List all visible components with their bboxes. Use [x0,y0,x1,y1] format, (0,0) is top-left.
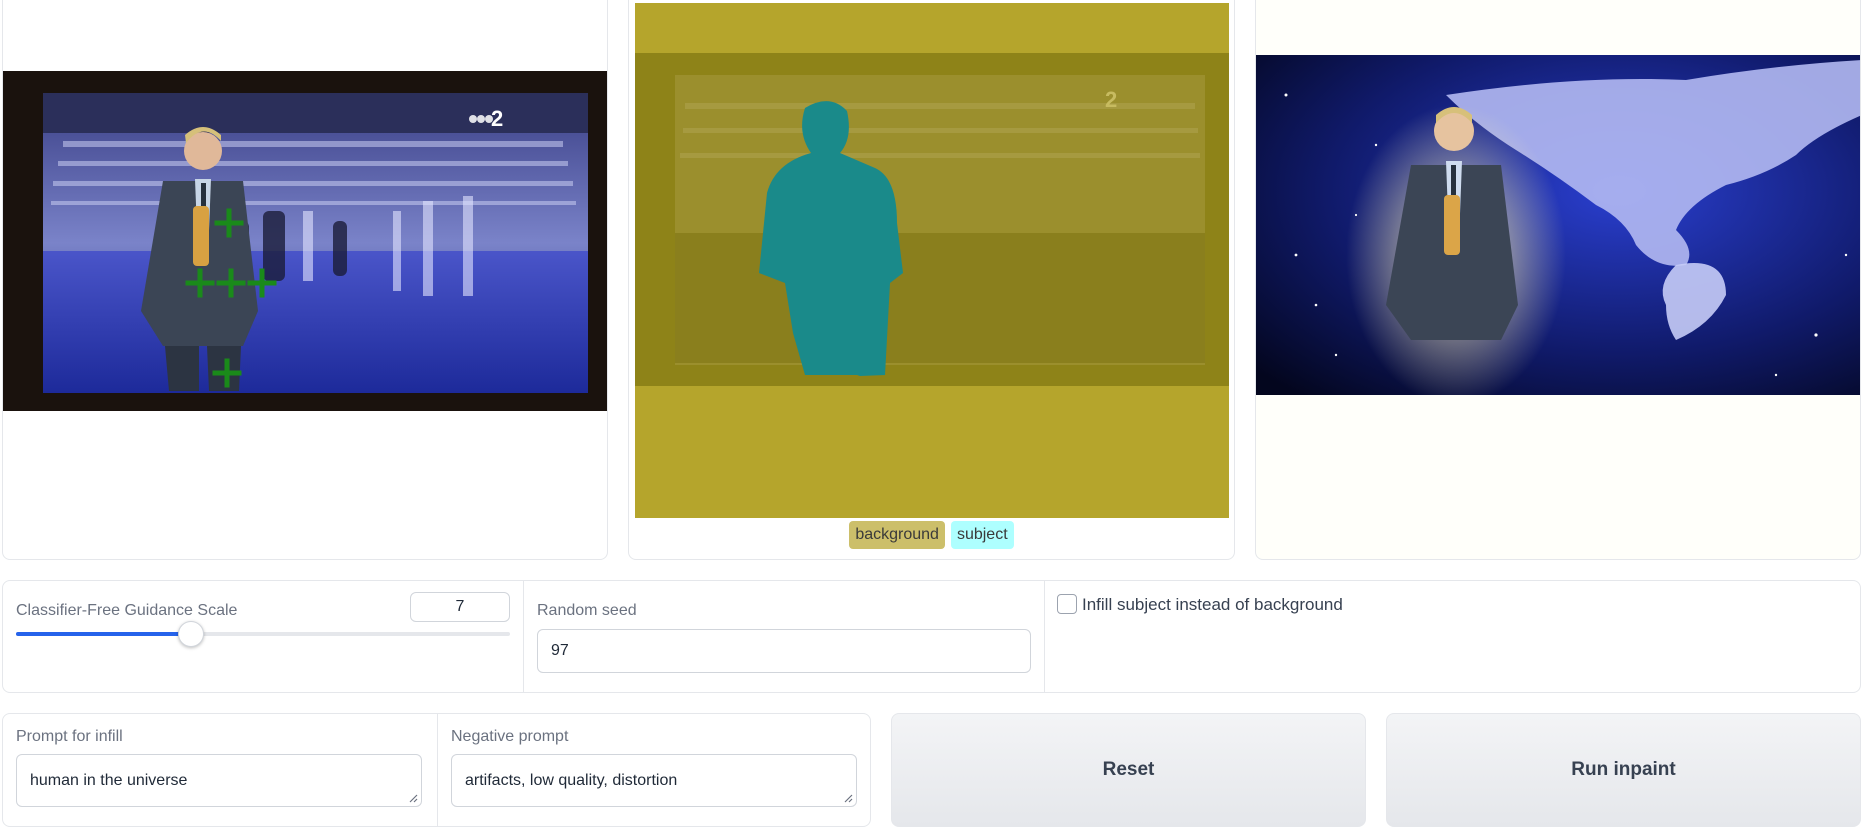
cfg-number-input[interactable]: 7 [410,592,510,622]
cfg-cell: Classifier-Free Guidance Scale 7 [3,581,523,692]
negative-label: Negative prompt [451,728,569,745]
prompt-textarea[interactable]: human in the universe [16,754,422,807]
seed-label: Random seed [537,602,637,619]
infill-subject-label[interactable]: Infill subject instead of background [1082,595,1343,615]
mask-image[interactable]: 2 [635,3,1229,518]
seed-input[interactable]: 97 [537,629,1031,673]
negative-cell: Negative prompt artifacts, low quality, … [437,714,870,826]
mask-legend: background subject [629,521,1234,549]
cfg-slider-thumb[interactable] [178,621,205,647]
seed-cell: Random seed 97 [523,581,1044,692]
negative-text: artifacts, low quality, distortion [465,771,678,789]
infill-cell: Infill subject instead of background [1044,581,1860,692]
prompt-cell: Prompt for infill human in the universe [3,714,437,826]
resize-grip-icon[interactable] [408,793,418,803]
input-image[interactable]: 2 [3,71,607,411]
controls-row: Classifier-Free Guidance Scale 7 Random … [2,580,1861,693]
cfg-slider[interactable] [16,621,510,647]
cfg-slider-fill [16,632,192,636]
resize-grip-icon[interactable] [843,793,853,803]
svg-text:2: 2 [1105,87,1117,112]
mask-panel: 2 background subject [628,0,1235,560]
legend-subject: subject [950,521,1014,549]
mask-graphic: 2 [635,3,1229,518]
output-image[interactable] [1256,55,1860,395]
prompt-label: Prompt for infill [16,728,123,745]
input-image-panel: 2 [2,0,608,560]
prompt-text: human in the universe [30,771,188,789]
legend-background: background [849,521,945,549]
input-image-graphic: 2 [3,71,607,411]
run-inpaint-button[interactable]: Run inpaint [1386,713,1861,827]
negative-textarea[interactable]: artifacts, low quality, distortion [451,754,857,807]
reset-button[interactable]: Reset [891,713,1366,827]
infill-subject-checkbox[interactable] [1057,594,1077,614]
output-panel [1255,0,1861,560]
prompt-row: Prompt for infill human in the universe … [2,713,871,827]
cfg-label: Classifier-Free Guidance Scale [16,602,238,619]
output-graphic [1256,55,1860,395]
